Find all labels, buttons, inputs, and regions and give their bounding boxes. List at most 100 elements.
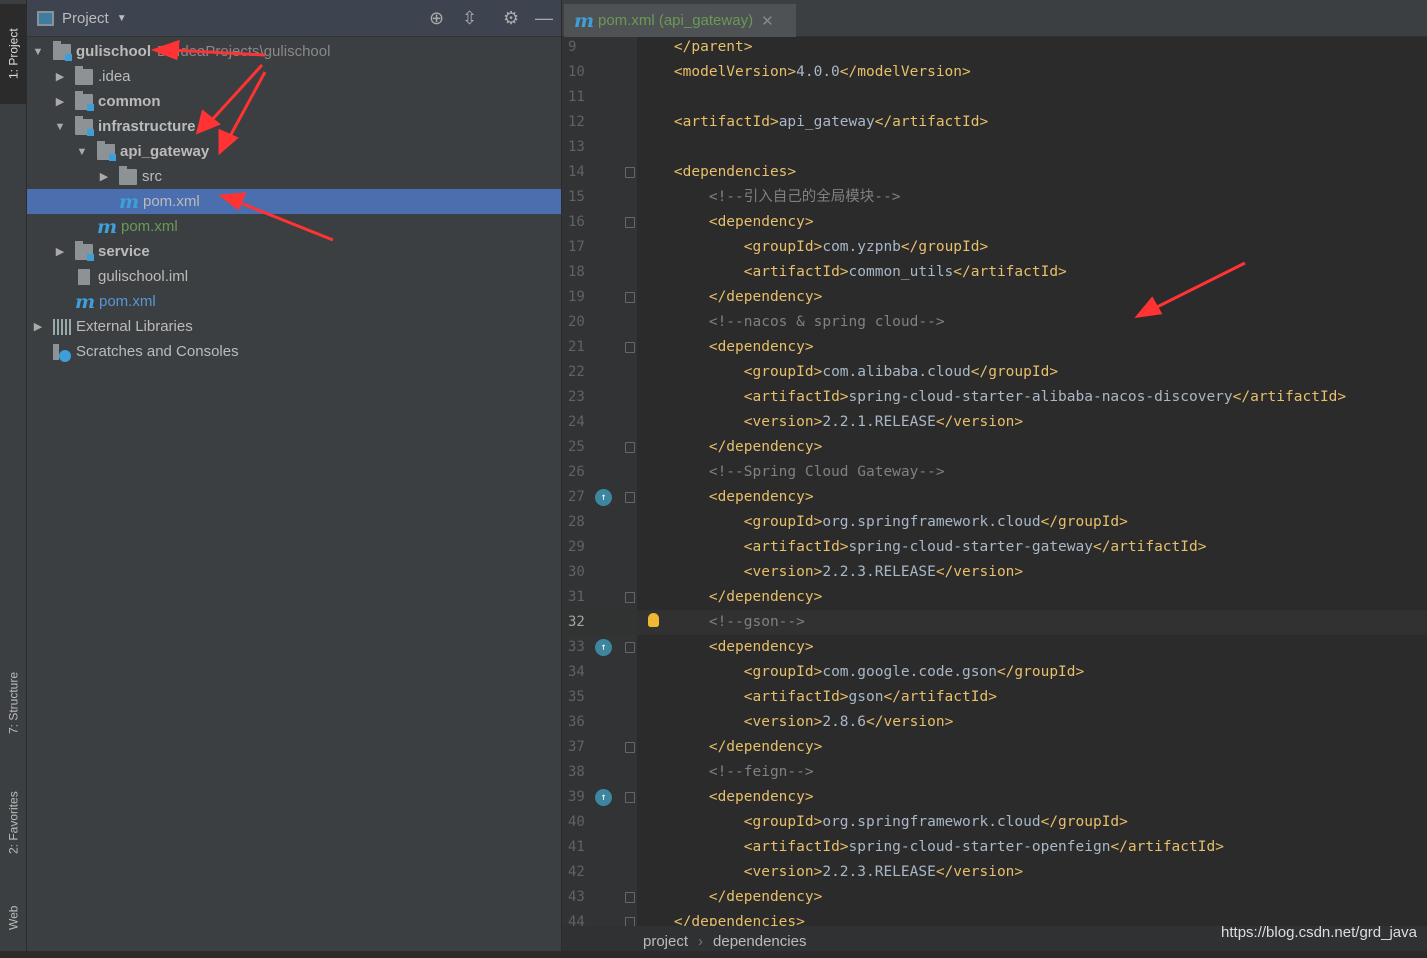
line-number: 18 [568,264,585,280]
tag-value [639,114,674,130]
editor-tabs: m pom.xml (api_gateway) ✕ [562,0,1427,37]
project-view-icon [37,10,54,26]
fold-marker-icon[interactable] [625,342,635,353]
xml-tag: </dependencies> [673,914,805,926]
xml-tag: <dependency> [708,214,814,230]
tree-item[interactable]: ▶ src [27,164,561,189]
tree-item[interactable]: ▼ gulischool D:\IdeaProjects\gulischool [27,39,561,64]
scratches-icon [53,343,71,362]
expanded-arrow-icon[interactable]: ▼ [31,46,45,58]
tree-item-label: common [98,93,161,110]
tree-item[interactable]: m pom.xml [27,189,561,214]
tag-value [639,489,709,505]
breadcrumb-dependencies[interactable]: dependencies [713,933,806,950]
collapsed-arrow-icon[interactable]: ▶ [53,95,67,108]
xml-tag: </groupId> [996,664,1085,680]
close-icon[interactable]: ✕ [761,12,774,30]
expanded-arrow-icon[interactable]: ▼ [53,121,67,133]
overrides-gutter-icon[interactable]: ↑ [595,789,612,806]
tree-item[interactable]: m pom.xml [27,214,561,239]
collapsed-arrow-icon[interactable]: ▶ [97,170,111,183]
overrides-gutter-icon[interactable]: ↑ [595,639,612,656]
tag-value [639,889,709,905]
tree-item[interactable]: gulischool.iml [27,264,561,289]
fold-marker-icon[interactable] [625,892,635,903]
tree-item[interactable]: ▼ api_gateway [27,139,561,164]
fold-marker-icon[interactable] [625,442,635,453]
tool-tab-structure[interactable]: 7: Structure [0,655,27,750]
xml-tag: <artifactId> [743,389,849,405]
expanded-arrow-icon[interactable]: ▼ [75,146,89,158]
line-number: 44 [568,914,585,926]
collapsed-arrow-icon[interactable]: ▶ [53,70,67,83]
minimize-icon[interactable]: — [535,8,553,29]
code-text: </dependencies> [639,910,805,926]
code-line: 41 <artifactId>spring-cloud-starter-open… [562,835,1427,860]
xml-tag: </artifactId> [1232,389,1347,405]
code-area[interactable]: 9 </parent> 10 <modelVersion>4.0.0</model… [562,37,1427,926]
tree-item-label: .idea [98,68,131,85]
tag-value [639,439,709,455]
line-number: 25 [568,439,585,455]
tool-tab-favorites[interactable]: 2: Favorites [0,775,27,870]
breadcrumb-project[interactable]: project [643,933,688,950]
code-line: 20 <!--nacos & spring cloud--> [562,310,1427,335]
code-text: <groupId>org.springframework.cloud</grou… [639,810,1128,835]
code-line: 42 <version>2.2.3.RELEASE</version> [562,860,1427,885]
code-line: 15 <!--引入自己的全局模块--> [562,185,1427,210]
tree-item[interactable]: ▶ .idea [27,64,561,89]
chevron-down-icon[interactable]: ▼ [117,13,127,24]
fold-marker-icon[interactable] [625,642,635,653]
xml-tag: <dependency> [708,339,814,355]
line-number: 22 [568,364,585,380]
line-number: 10 [568,64,585,80]
code-text: <groupId>com.yzpnb</groupId> [639,235,988,260]
locate-icon[interactable]: ⊕ [429,8,444,29]
tag-value [639,239,744,255]
fold-marker-icon[interactable] [625,292,635,303]
fold-marker-icon[interactable] [625,917,635,926]
project-view-selector[interactable]: Project [62,10,109,27]
tool-tab-project[interactable]: 1: Project [0,4,27,104]
fold-marker-icon[interactable] [625,592,635,603]
tag-value [639,339,709,355]
xml-tag: <version> [743,414,823,430]
line-number: 24 [568,414,585,430]
code-line: 14 <dependencies> [562,160,1427,185]
collapsed-arrow-icon[interactable]: ▶ [53,245,67,258]
tree-item[interactable]: ▼ infrastructure [27,114,561,139]
fold-marker-icon[interactable] [625,742,635,753]
xml-tag: </dependency> [708,739,823,755]
tool-tab-web[interactable]: Web [0,890,27,945]
code-text: <artifactId>gson</artifactId> [639,685,997,710]
tree-item[interactable]: m pom.xml [27,289,561,314]
xml-tag: <groupId> [743,239,823,255]
code-line: 18 <artifactId>common_utils</artifactId> [562,260,1427,285]
tab-pom-xml[interactable]: m pom.xml (api_gateway) ✕ [564,4,796,37]
iml-file-icon [78,268,90,285]
fold-marker-icon[interactable] [625,492,635,503]
fold-marker-icon[interactable] [625,792,635,803]
code-text: <artifactId>api_gateway</artifactId> [639,110,988,135]
line-number: 43 [568,889,585,905]
watermark: https://blog.csdn.net/grd_java [1221,924,1417,941]
code-text: <version>2.2.1.RELEASE</version> [639,410,1023,435]
line-number: 41 [568,839,585,855]
tag-value [639,189,709,205]
tree-item[interactable]: ▶ External Libraries [27,314,561,339]
tree-item[interactable]: ▶ common [27,89,561,114]
gear-icon[interactable]: ⚙ [503,8,519,29]
fold-marker-icon[interactable] [625,217,635,228]
maven-icon: m [119,190,140,213]
tree-item[interactable]: Scratches and Consoles [27,339,561,364]
fold-marker-icon[interactable] [625,167,635,178]
xml-tag: <groupId> [743,814,823,830]
overrides-gutter-icon[interactable]: ↑ [595,489,612,506]
line-number: 21 [568,339,585,355]
xml-tag: </dependency> [708,439,823,455]
code-line: 21 <dependency> [562,335,1427,360]
collapsed-arrow-icon[interactable]: ▶ [31,320,45,333]
tree-item[interactable]: ▶ service [27,239,561,264]
xml-tag: </artifactId> [1092,539,1207,555]
collapse-icon[interactable]: ⇳ [462,8,477,29]
